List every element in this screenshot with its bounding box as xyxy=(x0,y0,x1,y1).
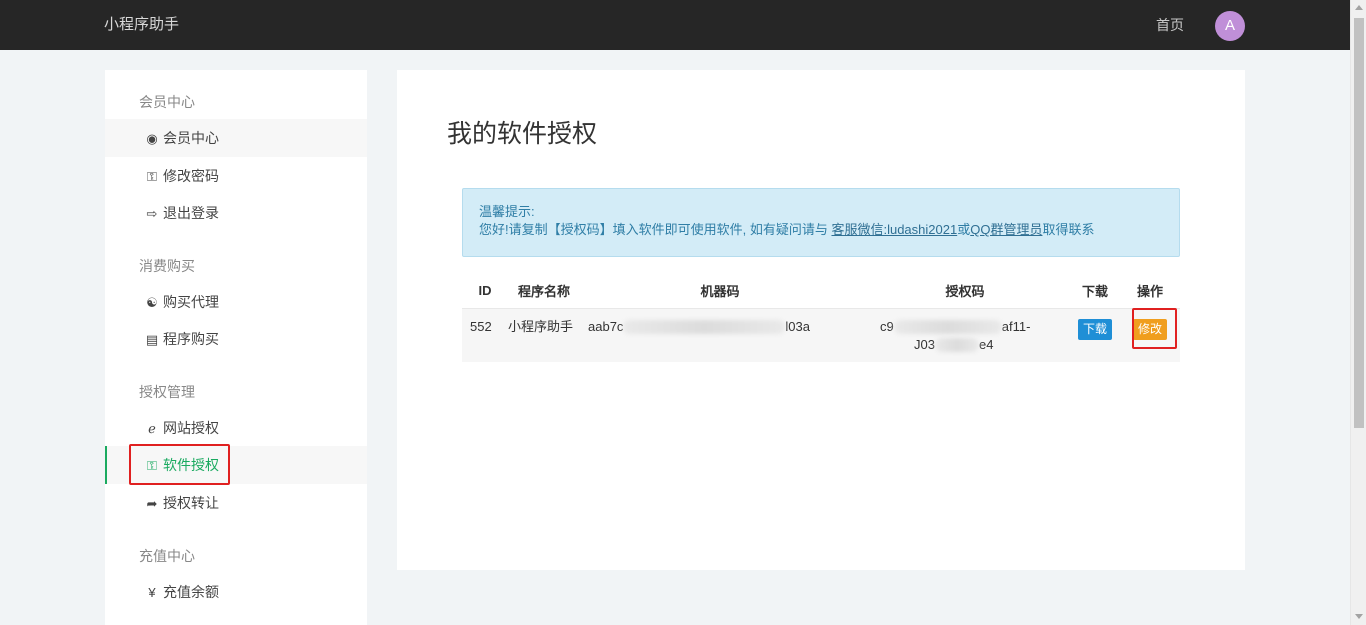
redacted-blur xyxy=(893,320,1002,335)
auth-code-line2-suffix: e4 xyxy=(978,336,994,352)
scroll-down-arrow-icon[interactable] xyxy=(1355,614,1363,619)
notice-mid: 或 xyxy=(957,222,971,237)
ie-browser-icon: ℯ xyxy=(148,421,156,436)
notice-alert: 温馨提示: 您好!请复制【授权码】填入软件即可使用软件, 如有疑问请与 客服微信… xyxy=(462,188,1180,257)
page-scrollbar[interactable] xyxy=(1350,0,1366,625)
sidebar-item-label: 会员中心 xyxy=(163,130,219,146)
cell-id: 552 xyxy=(462,308,500,362)
avatar[interactable]: A xyxy=(1215,11,1245,41)
qq-group-link[interactable]: QQ群管理员 xyxy=(970,222,1042,237)
notice-text: 您好!请复制【授权码】填入软件即可使用软件, 如有疑问请与 客服微信:ludas… xyxy=(479,221,1179,239)
share-arrow-icon: ➦ xyxy=(146,496,158,511)
sidebar-item-member-center[interactable]: ◉ 会员中心 xyxy=(105,119,367,157)
sidebar-item-label: 授权转让 xyxy=(163,495,219,511)
col-header-id: ID xyxy=(462,274,500,309)
sidebar-item-label: 退出登录 xyxy=(163,205,219,221)
paypal-card-icon: ▤ xyxy=(145,332,159,347)
scroll-up-arrow-icon[interactable] xyxy=(1355,5,1363,10)
key-icon: ⚿ xyxy=(147,169,157,184)
cell-download: 下载 xyxy=(1070,308,1120,362)
page-title: 我的软件授权 xyxy=(447,120,598,148)
sidebar-group-title: 会员中心 xyxy=(139,94,195,110)
sidebar-item-buy-program[interactable]: ▤ 程序购买 xyxy=(105,320,367,358)
notice-title: 温馨提示: xyxy=(479,204,535,219)
wechat-contact-link[interactable]: 客服微信:ludashi2021 xyxy=(831,222,957,237)
sidebar-item-label: 程序购买 xyxy=(163,331,219,347)
sidebar-item-license-transfer[interactable]: ➦ 授权转让 xyxy=(105,484,367,522)
sidebar-item-label: 充值余额 xyxy=(163,584,219,600)
sidebar-item-site-license[interactable]: ℯ 网站授权 xyxy=(105,409,367,447)
redacted-blur xyxy=(934,338,979,353)
auth-code-prefix: c9 xyxy=(880,318,894,334)
sidebar: 会员中心 ◉ 会员中心 ⚿ 修改密码 ⇨ 退出登录 消费购买 ☯ 购买代理 ▤ 程序购买 … xyxy=(105,70,367,625)
notice-prefix: 您好!请复制【授权码】填入软件即可使用软件, 如有疑问请与 xyxy=(479,222,828,237)
sidebar-item-label: 修改密码 xyxy=(163,168,219,184)
table-header-row: ID 程序名称 机器码 授权码 下载 操作 xyxy=(462,274,1180,309)
col-header-machine-code: 机器码 xyxy=(580,274,860,309)
table-row: 552 小程序助手 aab7c l03a c9 af11- J03 e4 下载 修改 xyxy=(462,308,1180,362)
sidebar-item-logout[interactable]: ⇨ 退出登录 xyxy=(105,194,367,232)
notice-suffix: 取得联系 xyxy=(1042,222,1095,237)
auth-code-line2-prefix: J03 xyxy=(914,336,935,352)
brand-title[interactable]: 小程序助手 xyxy=(104,0,179,50)
col-header-name: 程序名称 xyxy=(500,274,580,309)
sidebar-group-title: 授权管理 xyxy=(139,384,195,400)
col-header-auth-code: 授权码 xyxy=(860,274,1070,309)
scroll-thumb[interactable] xyxy=(1354,18,1364,428)
cell-machine-code: aab7c l03a xyxy=(580,308,860,362)
sidebar-group-title: 充值中心 xyxy=(139,548,195,564)
top-navbar: 小程序助手 首页 A xyxy=(0,0,1350,50)
yen-icon: ¥ xyxy=(148,585,156,600)
main-panel: 我的软件授权 温馨提示: 您好!请复制【授权码】填入软件即可使用软件, 如有疑问… xyxy=(397,70,1245,570)
redacted-blur xyxy=(623,320,786,335)
sidebar-item-label: 网站授权 xyxy=(163,420,219,436)
license-table: ID 程序名称 机器码 授权码 下载 操作 552 小程序助手 aab7c l03… xyxy=(462,274,1180,362)
sidebar-item-buy-agent[interactable]: ☯ 购买代理 xyxy=(105,283,367,321)
sign-out-icon: ⇨ xyxy=(146,206,158,221)
sidebar-item-label: 购买代理 xyxy=(163,294,219,310)
col-header-action: 操作 xyxy=(1120,274,1180,309)
nav-home-link[interactable]: 首页 xyxy=(1156,0,1184,50)
handshake-icon: ☯ xyxy=(146,295,158,310)
download-button[interactable]: 下载 xyxy=(1077,318,1112,340)
machine-code-prefix: aab7c xyxy=(588,318,624,334)
user-circle-icon: ◉ xyxy=(146,131,158,146)
sidebar-item-change-password[interactable]: ⚿ 修改密码 xyxy=(105,157,367,195)
auth-code-suffix: af11- xyxy=(1001,318,1031,334)
sidebar-group-title: 消费购买 xyxy=(139,258,195,274)
col-header-download: 下载 xyxy=(1070,274,1120,309)
cell-auth-code: c9 af11- J03 e4 xyxy=(860,308,1070,362)
sidebar-item-recharge[interactable]: ¥ 充值余额 xyxy=(105,573,367,611)
highlight-box-edit xyxy=(1132,308,1177,349)
highlight-box-software-license xyxy=(129,444,230,485)
cell-program-name: 小程序助手 xyxy=(500,308,580,362)
machine-code-suffix: l03a xyxy=(785,318,810,334)
